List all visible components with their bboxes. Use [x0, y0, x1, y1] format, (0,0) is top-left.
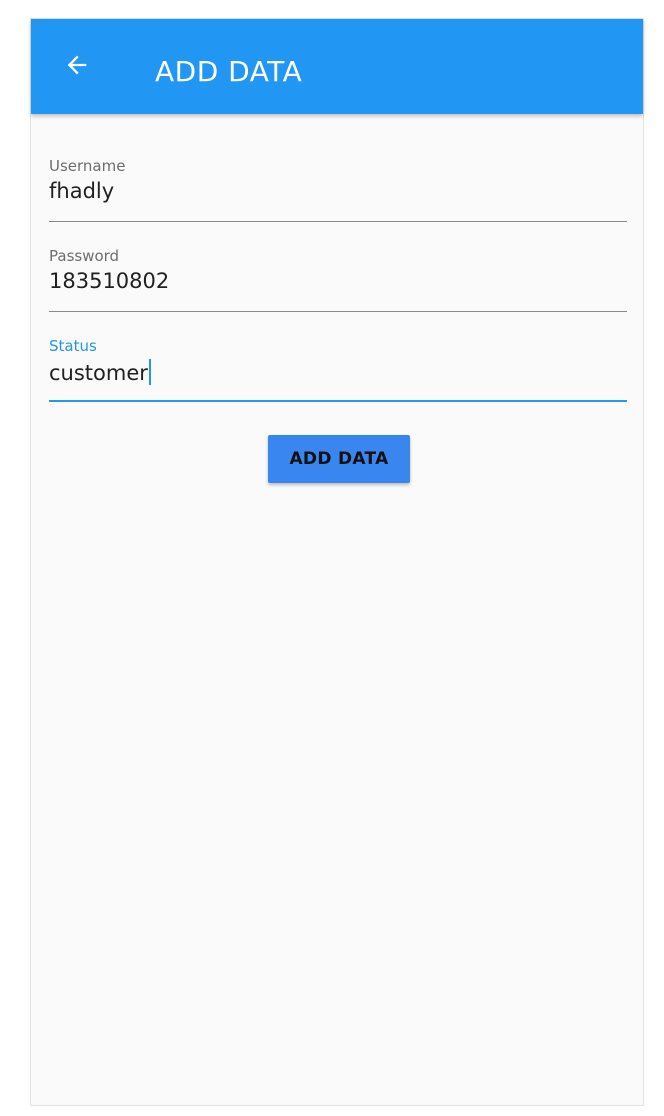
back-button[interactable]	[53, 43, 101, 91]
username-underline	[49, 221, 627, 222]
text-cursor	[148, 359, 151, 385]
password-label: Password	[49, 247, 120, 265]
password-input[interactable]: 183510802	[49, 269, 169, 293]
page-title: ADD DATA	[155, 55, 303, 88]
status-input-value: customer	[49, 361, 148, 385]
username-field[interactable]: Username fhadly	[49, 157, 627, 225]
arrow-left-icon	[63, 51, 91, 83]
username-input[interactable]: fhadly	[49, 179, 114, 203]
password-underline	[49, 311, 627, 312]
status-underline	[49, 400, 627, 402]
password-field[interactable]: Password 183510802	[49, 247, 627, 315]
status-input[interactable]: customer	[49, 359, 151, 385]
status-field[interactable]: Status customer	[49, 337, 627, 405]
status-label: Status	[49, 337, 97, 355]
app-screen: ADD DATA Username fhadly Password 183510…	[30, 18, 644, 1106]
app-bar: ADD DATA	[31, 19, 643, 114]
username-label: Username	[49, 157, 126, 175]
add-data-button[interactable]: ADD DATA	[268, 435, 410, 483]
